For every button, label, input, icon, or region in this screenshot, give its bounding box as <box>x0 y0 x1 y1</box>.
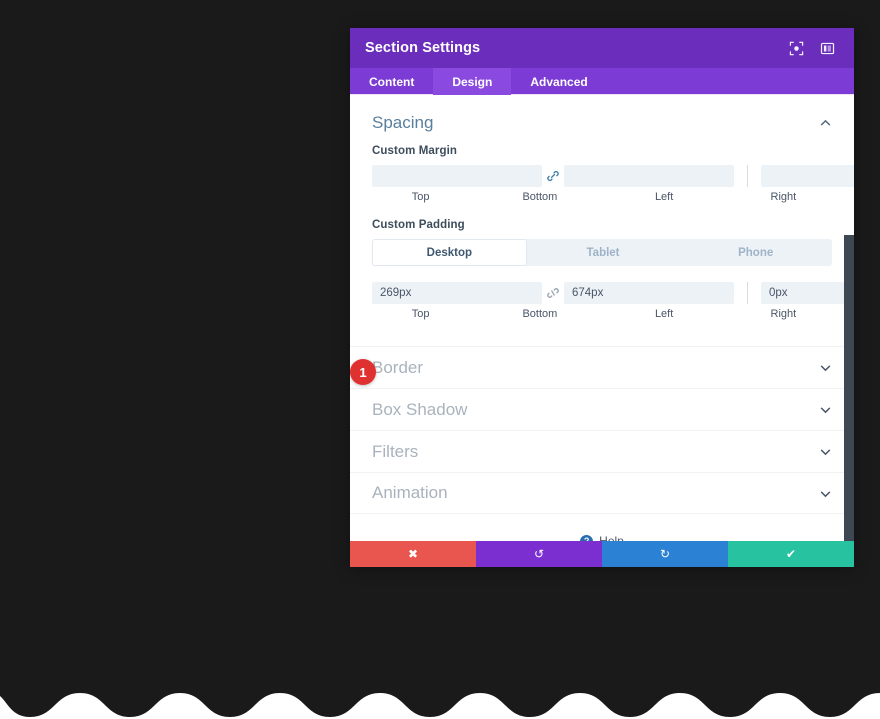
help-link[interactable]: Help <box>599 534 624 541</box>
tab-advanced[interactable]: Advanced <box>511 68 606 95</box>
section-animation-title: Animation <box>372 483 448 502</box>
custom-margin-group: Custom Margin Top Bottom Left Right <box>350 145 854 203</box>
padding-top-input[interactable] <box>372 282 542 304</box>
chevron-down-icon[interactable] <box>819 445 832 458</box>
field-divider <box>747 165 748 187</box>
section-spacing-header[interactable]: Spacing <box>350 95 854 145</box>
broken-link-icon[interactable] <box>542 282 564 304</box>
tab-bar: Content Design Advanced <box>350 68 854 95</box>
margin-top-caption: Top <box>411 191 430 203</box>
section-border-title: Border <box>372 357 424 377</box>
layout-panel-icon[interactable] <box>819 40 836 57</box>
collapsed-sections: Border Box Shadow Filters Animation <box>350 346 854 514</box>
chevron-down-icon[interactable] <box>819 487 832 500</box>
close-x-icon: ✖ <box>407 547 419 561</box>
custom-padding-inputs <box>372 282 854 304</box>
section-box-shadow[interactable]: Box Shadow <box>350 388 854 430</box>
section-filters[interactable]: Filters <box>350 430 854 472</box>
device-tab-phone[interactable]: Phone <box>679 239 832 266</box>
margin-top-input[interactable] <box>372 165 542 187</box>
page-title: Section Settings <box>365 40 481 56</box>
scrollbar-track[interactable] <box>844 95 854 541</box>
question-mark-icon: ? <box>580 534 594 541</box>
wave-divider <box>0 640 880 719</box>
device-toggle: Desktop Tablet Phone <box>372 239 832 266</box>
checkmark-icon: ✔ <box>785 547 797 561</box>
cancel-button[interactable]: ✖ <box>350 541 476 567</box>
section-box-shadow-title: Box Shadow <box>372 399 468 419</box>
padding-right-caption: Right <box>770 308 797 320</box>
padding-bottom-input[interactable] <box>564 282 734 304</box>
custom-margin-label: Custom Margin <box>372 145 457 157</box>
margin-left-caption: Left <box>654 191 674 203</box>
modal-header: Section Settings <box>350 28 854 68</box>
custom-margin-captions: Top Bottom Left Right <box>372 191 832 203</box>
margin-bottom-caption: Bottom <box>522 191 558 203</box>
tab-design[interactable]: Design <box>433 68 512 95</box>
modal-body: 1 Spacing Custom Margin Top Bottom Left … <box>350 95 854 541</box>
header-icon-group <box>788 40 836 57</box>
padding-bottom-caption: Bottom <box>522 308 558 320</box>
redo-arrow-icon: ↻ <box>659 547 671 561</box>
section-spacing: Spacing Custom Margin Top Bottom Left Ri… <box>350 95 854 320</box>
save-button[interactable]: ✔ <box>728 541 854 567</box>
custom-padding-group: Custom Padding Desktop Tablet Phone 269p… <box>350 219 854 320</box>
undo-arrow-icon: ↺ <box>533 547 545 561</box>
device-tab-desktop[interactable]: Desktop <box>372 239 527 266</box>
margin-bottom-input[interactable] <box>564 165 734 187</box>
annotation-badge-1: 1 <box>350 359 376 385</box>
padding-top-caption: Top <box>411 308 430 320</box>
link-chain-icon[interactable] <box>542 165 564 187</box>
padding-left-caption: Left <box>654 308 674 320</box>
help-row[interactable]: ? Help <box>350 534 854 541</box>
margin-left-input[interactable] <box>761 165 854 187</box>
chevron-down-icon[interactable] <box>819 403 832 416</box>
section-spacing-title: Spacing <box>372 113 434 132</box>
chevron-up-icon[interactable] <box>819 117 832 130</box>
custom-padding-captions: Top Bottom Left Right <box>372 308 832 320</box>
section-animation[interactable]: Animation <box>350 472 854 514</box>
margin-right-caption: Right <box>770 191 797 203</box>
section-filters-title: Filters <box>372 441 419 461</box>
chevron-down-icon[interactable] <box>819 361 832 374</box>
custom-padding-label: Custom Padding <box>372 219 465 231</box>
device-tab-tablet[interactable]: Tablet <box>527 239 680 266</box>
tab-content[interactable]: Content <box>350 68 433 95</box>
modal-footer: ✖ ↺ ↻ ✔ <box>350 541 854 567</box>
scrollbar-thumb[interactable] <box>844 235 854 541</box>
undo-button[interactable]: ↺ <box>476 541 602 567</box>
section-border[interactable]: Border <box>350 346 854 388</box>
padding-left-input[interactable] <box>761 282 854 304</box>
field-divider <box>747 282 748 304</box>
section-settings-modal: Section Settings Content Design Advanced <box>350 28 854 567</box>
custom-margin-inputs <box>372 165 854 187</box>
focus-icon[interactable] <box>788 40 805 57</box>
redo-button[interactable]: ↻ <box>602 541 728 567</box>
